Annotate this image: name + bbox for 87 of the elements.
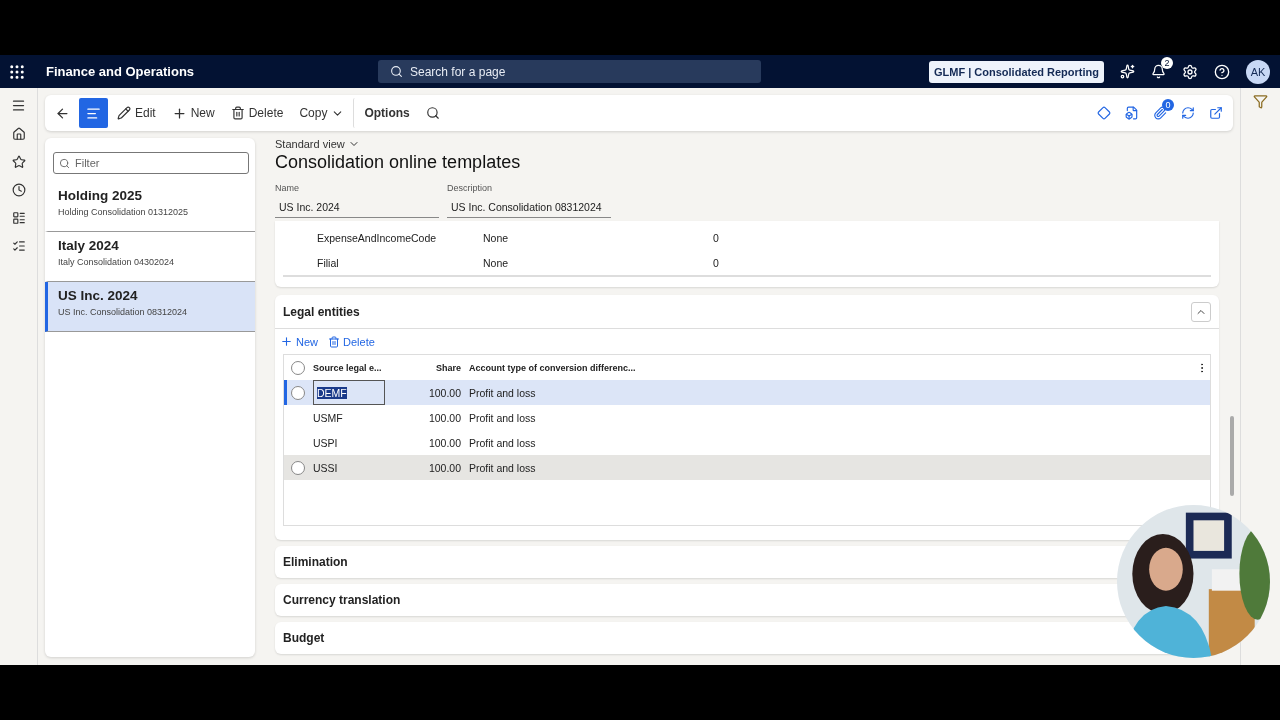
page-title: Consolidation online templates — [275, 152, 522, 173]
section-title[interactable]: Currency translation — [283, 593, 401, 607]
new-button[interactable]: New — [164, 98, 222, 128]
company-picker[interactable]: GLMF | Consolidated Reporting — [929, 60, 1104, 83]
plus-icon — [171, 105, 187, 121]
list-item[interactable]: Italy 2024 Italy Consolidation 04302024 — [45, 232, 255, 282]
section-title[interactable]: Elimination — [283, 555, 348, 569]
back-icon — [55, 105, 70, 121]
table-cell-text: USSI — [313, 461, 339, 474]
section-title: Legal entities — [283, 304, 360, 319]
table-cell-text: 0 — [713, 231, 720, 244]
star-icon[interactable] — [11, 155, 26, 169]
table-cell-text: Profit and loss — [469, 411, 537, 424]
table-cell-text: Filial — [317, 256, 340, 269]
table-cell-text: None — [483, 231, 510, 244]
table-cell-text: ExpenseAndIncomeCode — [317, 231, 438, 244]
text-field[interactable]: US Inc. Consolidation 08312024 — [447, 198, 611, 218]
table-cell-text: 0 — [713, 256, 720, 269]
table-cell-text: 100.00 — [427, 461, 462, 474]
table-row[interactable]: USSI 100.00 Profit and loss — [284, 455, 1210, 480]
filter-icon[interactable] — [1253, 94, 1268, 109]
field-label: Name — [275, 183, 300, 193]
view-selector[interactable]: Standard view — [275, 138, 1198, 150]
settings-icon[interactable] — [1182, 63, 1198, 80]
table-cell-text: 100.00 — [427, 436, 462, 449]
paperclip-icon[interactable] — [1153, 106, 1167, 120]
list-icon — [86, 105, 101, 121]
field-label: Description — [447, 183, 494, 193]
table-cell-text: Profit and loss — [469, 386, 537, 399]
edit-button[interactable]: Edit — [110, 98, 163, 128]
workspace-icon[interactable] — [11, 211, 26, 225]
table-cell-text: Profit and loss — [469, 461, 537, 474]
row-radio[interactable] — [291, 460, 305, 475]
select-all-radio[interactable] — [291, 360, 305, 375]
delete-button[interactable]: Delete — [327, 335, 376, 348]
column-header[interactable]: Source legal e... — [313, 362, 423, 373]
item-title: Italy 2024 — [58, 238, 120, 253]
text-field[interactable]: US Inc. 2024 — [275, 198, 439, 218]
search-field[interactable]: Search for a page — [378, 60, 761, 83]
clock-icon[interactable] — [11, 183, 26, 197]
new-button[interactable]: New — [279, 335, 319, 348]
open-new-window-icon[interactable] — [1209, 106, 1223, 120]
list-item[interactable]: Holding 2025 Holding Consolidation 01312025 — [45, 182, 255, 232]
delete-button[interactable]: Delete — [223, 98, 291, 128]
search-icon — [390, 65, 403, 78]
list-view-button[interactable] — [79, 98, 108, 128]
table-row[interactable]: DEMF 100.00 Profit and loss — [284, 380, 1210, 405]
table-cell-text: 100.00 — [427, 411, 462, 424]
modules-icon[interactable] — [11, 239, 26, 253]
menu-icon[interactable] — [11, 98, 26, 113]
item-subtitle: Holding Consolidation 01312025 — [58, 207, 190, 217]
home-icon[interactable] — [11, 127, 26, 141]
search-icon — [425, 106, 440, 120]
trash-icon — [328, 335, 340, 348]
options-button[interactable]: Options — [353, 98, 417, 128]
section-title[interactable]: Budget — [283, 631, 325, 645]
item-subtitle: Italy Consolidation 04302024 — [58, 257, 176, 267]
refresh-icon[interactable] — [1181, 106, 1195, 120]
search-icon — [59, 157, 70, 169]
table-cell-text: None — [483, 256, 510, 269]
diamond-icon[interactable] — [1097, 106, 1111, 120]
notification-count: 2 — [1161, 57, 1173, 69]
help-icon[interactable] — [1214, 63, 1230, 80]
row-radio[interactable] — [291, 385, 305, 400]
user-avatar[interactable]: AK — [1246, 59, 1270, 84]
trash-icon — [230, 106, 245, 120]
item-title: US Inc. 2024 — [58, 288, 139, 303]
bell-icon[interactable] — [1151, 64, 1166, 79]
scrollbar[interactable] — [1230, 416, 1234, 496]
copilot-icon[interactable] — [1120, 64, 1135, 79]
office-icon[interactable] — [1125, 106, 1139, 120]
plus-icon — [280, 335, 293, 348]
copy-button[interactable]: Copy — [292, 98, 352, 128]
pencil-icon — [117, 106, 131, 120]
app-name: Finance and Operations — [46, 64, 196, 79]
table-cell-text: USMF — [313, 411, 344, 424]
table-cell-text: 100.00 — [427, 386, 462, 399]
item-title: Holding 2025 — [58, 188, 144, 203]
app-launcher-icon[interactable] — [8, 62, 26, 81]
list-item[interactable]: US Inc. 2024 US Inc. Consolidation 08312024 — [45, 282, 255, 332]
attachment-count: 0 — [1162, 99, 1174, 111]
column-header[interactable]: Account type of conversion differenc... — [469, 362, 1196, 373]
filter-field[interactable]: Filter — [53, 152, 249, 174]
column-header[interactable]: Share — [423, 362, 469, 373]
table-cell-text: Profit and loss — [469, 436, 537, 449]
table-cell-text: USPI — [313, 436, 339, 449]
item-subtitle: US Inc. Consolidation 08312024 — [58, 307, 189, 317]
